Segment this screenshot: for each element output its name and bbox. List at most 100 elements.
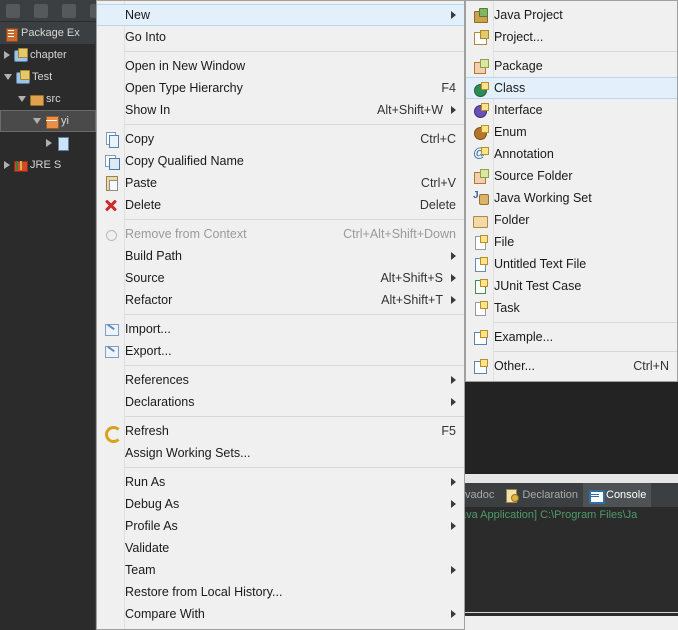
tree-item[interactable] [0, 132, 96, 154]
menu-item-open-type-hierarchy[interactable]: Open Type Hierarchy F4 [97, 77, 464, 99]
console-tab-vadoc[interactable]: vadoc [460, 483, 499, 507]
console-tab-declaration[interactable]: Declaration [499, 483, 583, 507]
console-tab-bar[interactable]: vadoc Declaration Console [460, 483, 678, 507]
chevron-right-icon [451, 500, 456, 508]
menu-item-class[interactable]: Class [466, 77, 677, 99]
del-icon [103, 197, 119, 213]
chevron-down-icon[interactable] [18, 96, 26, 102]
menu-item-label: Build Path [125, 249, 182, 263]
menu-item-label: Profile As [125, 519, 178, 533]
package-explorer-tab[interactable]: Package Ex [0, 22, 96, 44]
menu-item-run-as[interactable]: Run As [97, 471, 464, 493]
menu-item-declarations[interactable]: Declarations [97, 391, 464, 413]
tree-item-src[interactable]: src [0, 88, 96, 110]
menu-item-label: Go Into [125, 30, 166, 44]
menu-item-file[interactable]: File [466, 231, 677, 253]
menu-item-refresh[interactable]: Refresh F5 [97, 420, 464, 443]
menu-item-accelerator: Ctrl+N [633, 359, 669, 373]
menu-item-task[interactable]: Task [466, 297, 677, 319]
menu-item-copy-qualified-name[interactable]: Copy Qualified Name [97, 150, 464, 172]
menu-item-interface[interactable]: Interface [466, 99, 677, 121]
menu-item-java-working-set[interactable]: Java Working Set [466, 187, 677, 209]
fld-icon [472, 212, 488, 228]
chevron-right-icon [451, 478, 456, 486]
menu-item-example[interactable]: Example... [466, 326, 677, 348]
menu-item-label: Package [494, 59, 543, 73]
menu-item-label: Declarations [125, 395, 195, 409]
menu-separator [125, 365, 464, 366]
menu-item-accelerator: Alt+Shift+T [381, 293, 443, 307]
menu-item-go-into[interactable]: Go Into [97, 26, 464, 48]
menu-item-java-project[interactable]: Java Project [466, 4, 677, 26]
menu-item-label: Debug As [125, 497, 180, 511]
menu-item-compare-with[interactable]: Compare With [97, 603, 464, 625]
menu-item-team[interactable]: Team [97, 559, 464, 581]
menu-item-remove-from-context: Remove from Context Ctrl+Alt+Shift+Down [97, 223, 464, 245]
new-submenu[interactable]: Java Project Project... Package Class Interf… [465, 0, 678, 382]
menu-item-new[interactable]: New [97, 4, 464, 26]
menu-item-debug-as[interactable]: Debug As [97, 493, 464, 515]
menu-item-enum[interactable]: Enum [466, 121, 677, 143]
source-folder-icon [29, 92, 44, 106]
chevron-right-icon[interactable] [46, 139, 52, 147]
tree-item-yi[interactable]: yi [0, 110, 96, 132]
imp-icon [103, 343, 119, 359]
status-bar [460, 616, 678, 630]
menu-item-delete[interactable]: Delete Delete [97, 194, 464, 216]
chevron-right-icon [451, 610, 456, 618]
menu-item-annotation[interactable]: Annotation [466, 143, 677, 165]
package-explorer-title: Package Ex [21, 27, 80, 39]
menu-item-import[interactable]: Import... [97, 318, 464, 340]
menu-item-label: Enum [494, 125, 527, 139]
tree-item-label: chapter [30, 49, 67, 61]
menu-item-junit-test-case[interactable]: JUnit Test Case [466, 275, 677, 297]
menu-item-label: References [125, 373, 189, 387]
menu-item-project[interactable]: Project... [466, 26, 677, 48]
ctxrm-icon [103, 226, 119, 242]
menu-item-label: Assign Working Sets... [125, 446, 251, 460]
menu-item-export[interactable]: Export... [97, 340, 464, 362]
menu-item-label: Interface [494, 103, 543, 117]
menu-item-accelerator: F4 [441, 81, 456, 95]
menu-item-folder[interactable]: Folder [466, 209, 677, 231]
menu-item-refactor[interactable]: Refactor Alt+Shift+T [97, 289, 464, 311]
menu-item-restore-from-local-history[interactable]: Restore from Local History... [97, 581, 464, 603]
console-tab-console[interactable]: Console [583, 483, 652, 507]
menu-item-build-path[interactable]: Build Path [97, 245, 464, 267]
tree-item-label: src [46, 93, 61, 105]
chevron-right-icon [451, 376, 456, 384]
menu-item-source-folder[interactable]: Source Folder [466, 165, 677, 187]
menu-item-untitled-text-file[interactable]: Untitled Text File [466, 253, 677, 275]
menu-item-source[interactable]: Source Alt+Shift+S [97, 267, 464, 289]
menu-item-assign-working-sets[interactable]: Assign Working Sets... [97, 442, 464, 464]
menu-item-package[interactable]: Package [466, 55, 677, 77]
menu-item-other[interactable]: Other... Ctrl+N [466, 355, 677, 377]
console-tab-label: vadoc [465, 489, 495, 501]
chevron-right-icon[interactable] [4, 51, 10, 59]
tree-item-jre s[interactable]: JRE S [0, 154, 96, 176]
menu-item-paste[interactable]: Paste Ctrl+V [97, 172, 464, 194]
menu-item-show-in[interactable]: Show In Alt+Shift+W [97, 99, 464, 121]
menu-item-references[interactable]: References [97, 369, 464, 391]
tree-item-label: Test [32, 71, 53, 83]
pkg-icon [472, 58, 489, 74]
chevron-down-icon[interactable] [4, 74, 12, 80]
tree-item-chapter[interactable]: chapter [0, 44, 96, 66]
menu-item-label: Import... [125, 322, 171, 336]
chevron-right-icon[interactable] [4, 161, 10, 169]
chevron-down-icon[interactable] [33, 118, 41, 124]
project-tree[interactable]: chapter Test src yi JRE S [0, 44, 96, 176]
menu-item-open-in-new-window[interactable]: Open in New Window [97, 55, 464, 77]
menu-item-copy[interactable]: Copy Ctrl+C [97, 128, 464, 150]
package-explorer-context-menu[interactable]: New Go Into Open in New Window Open Type Hi… [96, 0, 465, 630]
console-output[interactable] [460, 527, 678, 613]
menu-item-accelerator: F5 [441, 424, 456, 438]
toolbar-button-1[interactable] [6, 4, 20, 18]
menu-item-label: Team [125, 563, 156, 577]
menu-item-profile-as[interactable]: Profile As [97, 515, 464, 537]
tree-item-label: yi [61, 115, 69, 127]
toolbar-button-3[interactable] [62, 4, 76, 18]
toolbar-button-2[interactable] [34, 4, 48, 18]
tree-item-test[interactable]: Test [0, 66, 96, 88]
menu-item-validate[interactable]: Validate [97, 537, 464, 559]
